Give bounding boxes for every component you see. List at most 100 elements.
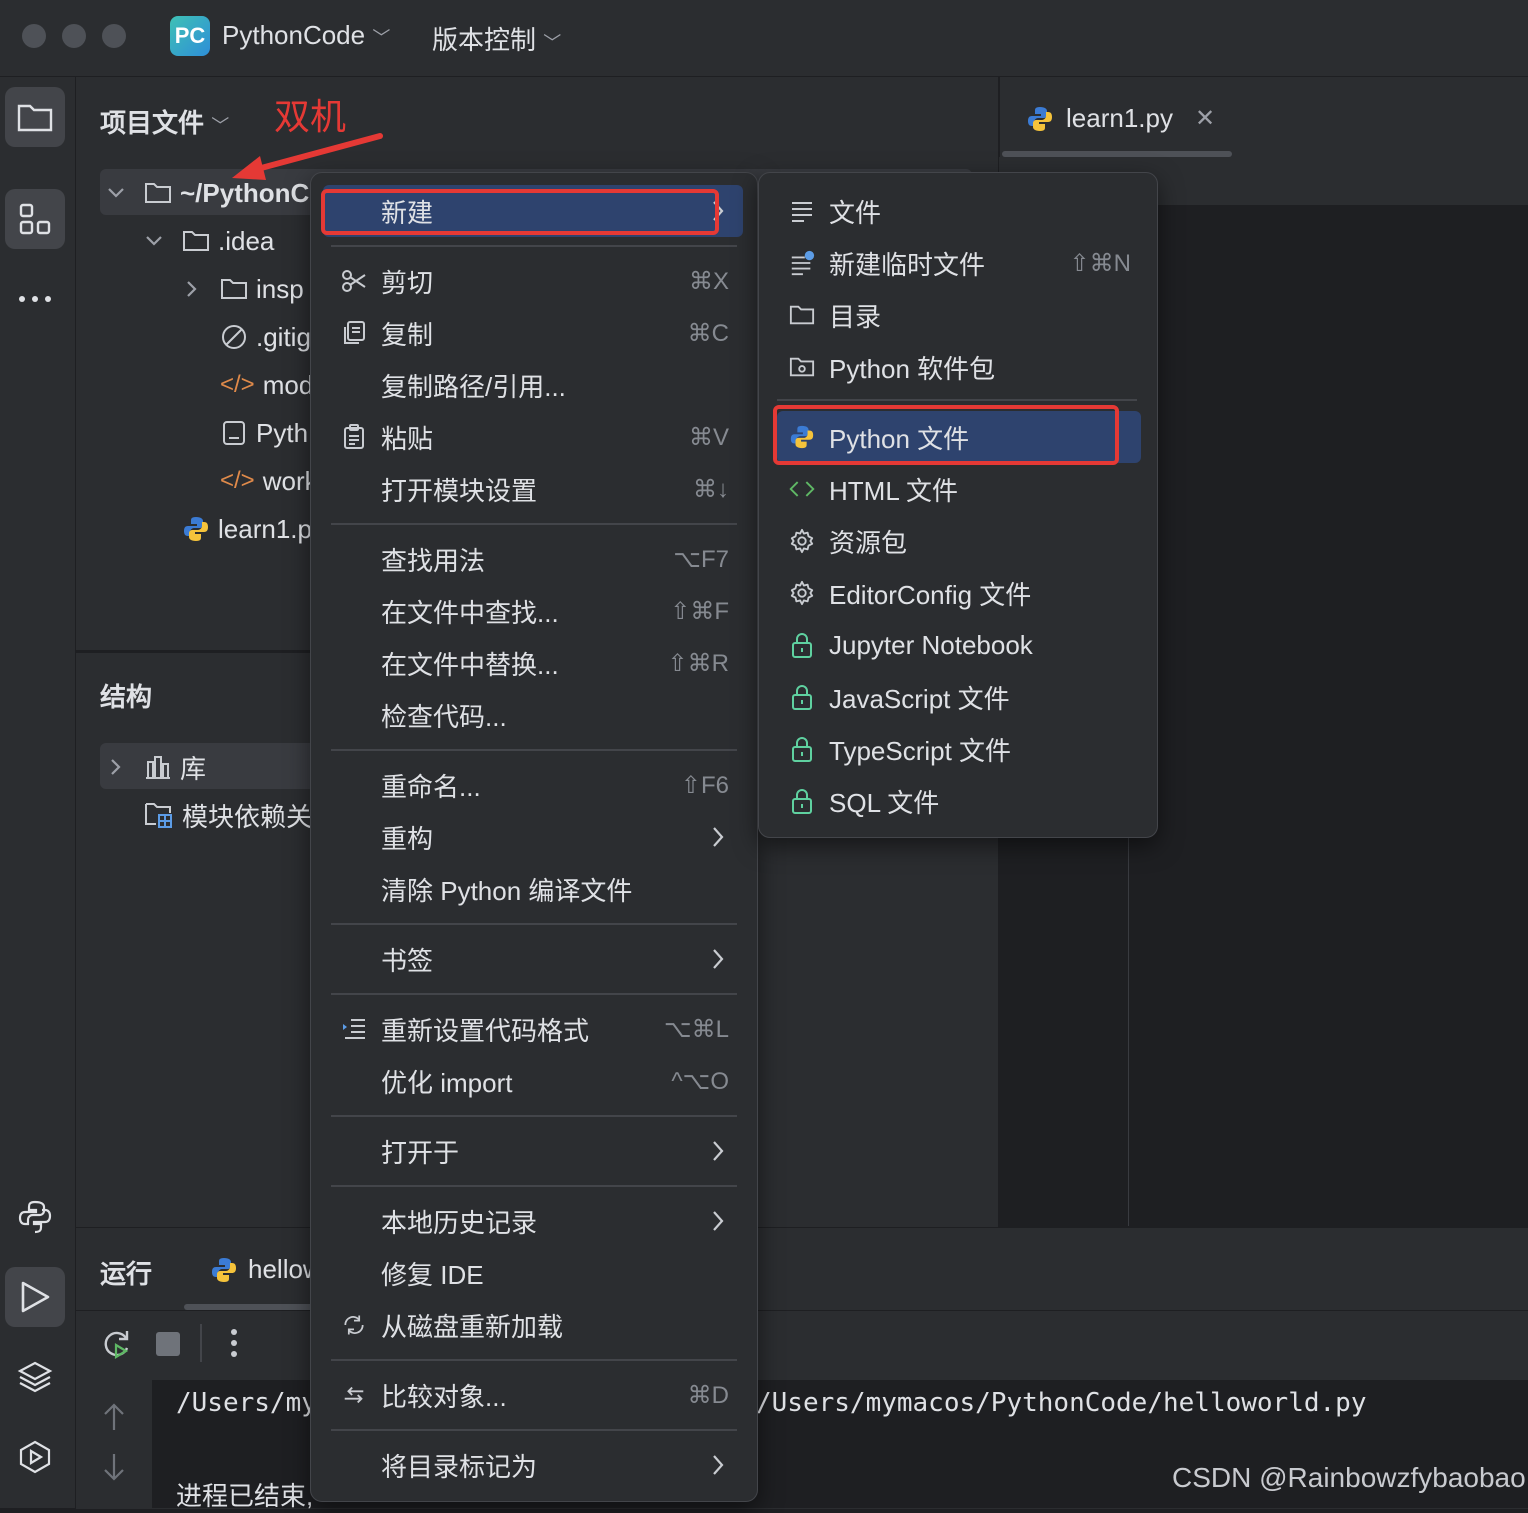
- close-icon[interactable]: ✕: [1195, 104, 1215, 133]
- new-submenu-item-label: 文件: [829, 197, 882, 228]
- menu-separator: [331, 749, 737, 751]
- project-name: PythonCode: [222, 20, 366, 50]
- shortcut-hint: ⌥F7: [673, 545, 729, 573]
- new-submenu-item[interactable]: 新建临时文件 ⇧⌘N: [777, 237, 1141, 289]
- vertical-more-icon: [231, 1329, 237, 1357]
- new-submenu-item[interactable]: 文件: [777, 185, 1141, 237]
- tree-label: .gitig: [256, 321, 311, 352]
- context-menu-item-label: 复制路径/引用...: [381, 371, 566, 402]
- structure-row-module-deps[interactable]: 模块依赖关: [144, 791, 312, 839]
- context-menu-item[interactable]: 修复 IDE: [311, 1247, 755, 1299]
- context-menu-item[interactable]: 复制 ⌘C: [311, 307, 755, 359]
- context-menu-item[interactable]: 粘贴 ⌘V: [311, 411, 755, 463]
- context-menu-item[interactable]: 比较对象... ⌘D: [311, 1369, 755, 1421]
- new-submenu-item[interactable]: Jupyter Notebook: [777, 619, 1141, 671]
- python-console-button[interactable]: [5, 1187, 65, 1247]
- context-menu-item-label: 重构: [381, 823, 434, 854]
- scroll-up-button[interactable]: [102, 1402, 126, 1432]
- structure-row-library[interactable]: 库: [106, 743, 206, 791]
- run-more-button[interactable]: [230, 1328, 238, 1358]
- ignore-icon: [220, 323, 248, 351]
- context-menu-item[interactable]: 重新设置代码格式 ⌥⌘L: [311, 1003, 755, 1055]
- menu-separator: [331, 1115, 737, 1117]
- editor-tab-learn1[interactable]: learn1.py ✕: [1026, 103, 1215, 134]
- run-tab-helloworld[interactable]: hellow: [210, 1254, 322, 1285]
- more-tools-button[interactable]: [5, 269, 65, 329]
- new-submenu-item[interactable]: 目录: [777, 289, 1141, 341]
- new-submenu-item-label: SQL 文件: [829, 787, 940, 818]
- context-menu-item[interactable]: 查找用法 ⌥F7: [311, 533, 755, 585]
- tree-row-python[interactable]: Pyth: [220, 409, 308, 457]
- context-menu-item-label: 书签: [381, 945, 434, 976]
- context-menu-item[interactable]: 打开模块设置 ⌘↓: [311, 463, 755, 515]
- project-tool-button[interactable]: [5, 87, 65, 147]
- title-bar: PC PythonCode ﹀ 版本控制 ﹀: [0, 0, 1528, 77]
- new-submenu-item[interactable]: 资源包: [777, 515, 1141, 567]
- new-submenu-item[interactable]: EditorConfig 文件: [777, 567, 1141, 619]
- context-menu-item-label: 检查代码...: [381, 701, 507, 732]
- module-deps-icon: [144, 801, 174, 829]
- new-submenu-item[interactable]: TypeScript 文件: [777, 723, 1141, 775]
- tree-row-idea[interactable]: .idea: [144, 217, 274, 265]
- structure-icon: [19, 203, 51, 235]
- shortcut-hint: ⌘D: [687, 1381, 729, 1409]
- context-menu-item-label: 优化 import: [381, 1067, 513, 1098]
- scroll-down-button[interactable]: [102, 1452, 126, 1482]
- shortcut-hint: ⇧F6: [680, 771, 729, 799]
- structure-tool-button[interactable]: [5, 189, 65, 249]
- new-submenu-item-label: EditorConfig 文件: [829, 579, 1032, 610]
- library-icon: [144, 754, 172, 780]
- context-menu-item[interactable]: 在文件中替换... ⇧⌘R: [311, 637, 755, 689]
- copy-icon: [341, 320, 367, 346]
- layers-tool-button[interactable]: [5, 1347, 65, 1407]
- new-submenu-item[interactable]: SQL 文件: [777, 775, 1141, 827]
- context-menu-item[interactable]: 剪切 ⌘X: [311, 255, 755, 307]
- folder-icon: [182, 229, 210, 253]
- run-panel-title: 运行: [100, 1259, 153, 1289]
- context-menu-item[interactable]: 检查代码...: [311, 689, 755, 741]
- chevron-right-icon: [711, 947, 725, 971]
- new-submenu: 文件 新建临时文件 ⇧⌘N 目录 Python 软件包 Python 文件 HTML 文件资…: [758, 172, 1158, 838]
- zoom-window-button[interactable]: [102, 24, 126, 48]
- lock-icon: [789, 632, 815, 658]
- tree-row-gitignore[interactable]: .gitig: [220, 313, 311, 361]
- services-tool-button[interactable]: [5, 1427, 65, 1487]
- context-menu-item[interactable]: 从磁盘重新加载: [311, 1299, 755, 1351]
- close-window-button[interactable]: [22, 24, 46, 48]
- context-menu-item[interactable]: 打开于: [311, 1125, 755, 1177]
- run-tool-button[interactable]: [5, 1267, 65, 1327]
- new-submenu-item[interactable]: HTML 文件: [777, 463, 1141, 515]
- tree-row-learn1[interactable]: learn1.p: [182, 505, 312, 553]
- context-menu-item[interactable]: 将目录标记为: [311, 1439, 755, 1491]
- tree-label: mod: [262, 369, 314, 400]
- project-panel-title[interactable]: 项目文件 ﹀: [100, 103, 229, 140]
- context-menu-item[interactable]: 重命名... ⇧F6: [311, 759, 755, 811]
- tree-row-modules[interactable]: </> mod: [220, 361, 313, 409]
- new-submenu-item[interactable]: JavaScript 文件: [777, 671, 1141, 723]
- context-menu-item[interactable]: 书签: [311, 933, 755, 985]
- new-submenu-item[interactable]: Python 软件包: [777, 341, 1141, 393]
- context-menu-item[interactable]: 本地历史记录: [311, 1195, 755, 1247]
- python-icon: [182, 515, 210, 543]
- structure-panel-title: 结构: [100, 682, 153, 712]
- vcs-menu-label: 版本控制: [432, 25, 537, 55]
- arrow-down-icon: [104, 1454, 124, 1481]
- stop-button[interactable]: [156, 1332, 180, 1356]
- tree-row-workspace[interactable]: </> work: [220, 457, 318, 505]
- minimize-window-button[interactable]: [62, 24, 86, 48]
- menu-separator: [331, 245, 737, 247]
- context-menu-item[interactable]: 优化 import ^⌥O: [311, 1055, 755, 1107]
- context-menu-item[interactable]: 清除 Python 编译文件: [311, 863, 755, 915]
- tree-row-inspection[interactable]: insp: [182, 265, 304, 313]
- menu-separator: [331, 1185, 737, 1187]
- context-menu-item[interactable]: 重构: [311, 811, 755, 863]
- project-switcher[interactable]: PythonCode ﹀: [222, 20, 390, 51]
- context-menu-item-label: 从磁盘重新加载: [381, 1311, 564, 1342]
- vcs-menu[interactable]: 版本控制 ﹀: [432, 20, 561, 57]
- context-menu-item[interactable]: 在文件中查找... ⇧⌘F: [311, 585, 755, 637]
- context-menu-item-label: 将目录标记为: [381, 1451, 538, 1482]
- context-menu-item-label: 查找用法: [381, 545, 486, 576]
- context-menu-item[interactable]: 复制路径/引用...: [311, 359, 755, 411]
- new-submenu-item-label: JavaScript 文件: [829, 683, 1010, 714]
- rerun-button[interactable]: [100, 1328, 132, 1360]
